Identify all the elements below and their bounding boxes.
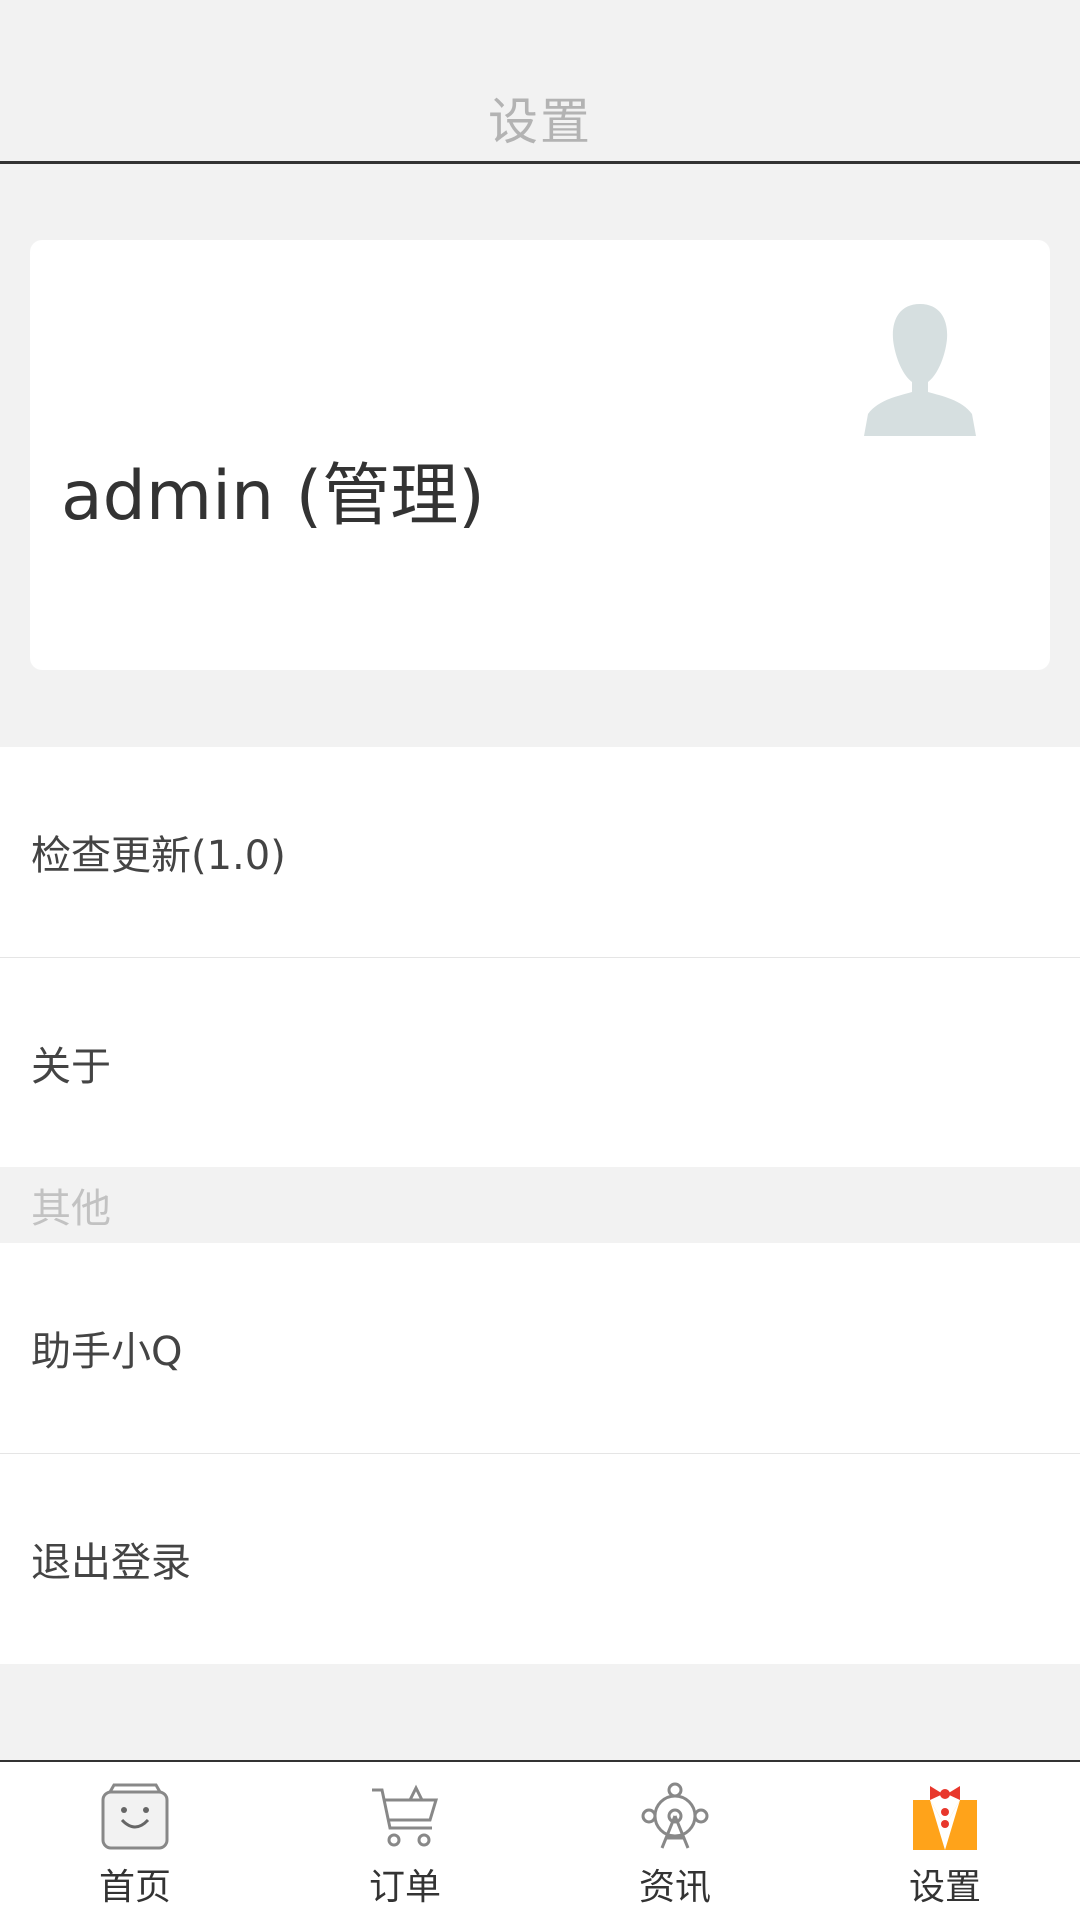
tab-orders[interactable]: 订单 — [270, 1762, 540, 1922]
page-title: 设置 — [488, 93, 592, 151]
logout-item[interactable]: 退出登录 — [0, 1454, 1080, 1664]
profile-card[interactable]: admin (管理) — [30, 240, 1050, 670]
top-bar: 设置 — [0, 0, 1080, 164]
section-header-other: 其他 — [0, 1167, 1080, 1242]
check-update-label: 检查更新(1.0) — [31, 833, 286, 879]
cart-icon — [372, 1784, 439, 1847]
tab-home[interactable]: 首页 — [0, 1762, 270, 1922]
section-header-label: 其他 — [31, 1185, 111, 1232]
ferris-wheel-icon — [641, 1782, 709, 1849]
about-item[interactable]: 关于 — [0, 958, 1080, 1168]
tab-news-label: 资讯 — [638, 1867, 711, 1908]
tab-settings[interactable]: 设置 — [810, 1762, 1080, 1922]
about-label: 关于 — [31, 1044, 111, 1090]
username: admin (管理) — [61, 457, 485, 536]
assistant-item[interactable]: 助手小Q — [0, 1243, 1080, 1453]
tab-home-label: 首页 — [98, 1867, 171, 1908]
tab-orders-label: 订单 — [368, 1867, 441, 1908]
tab-settings-label: 设置 — [908, 1867, 981, 1908]
butler-icon — [913, 1786, 977, 1850]
check-update-item[interactable]: 检查更新(1.0) — [0, 747, 1080, 957]
bottom-tab-bar: 首页 订单 资讯 设置 — [0, 1760, 1080, 1922]
logout-label: 退出登录 — [31, 1540, 191, 1586]
shopping-bag-icon — [101, 1783, 169, 1850]
assistant-label: 助手小Q — [31, 1329, 183, 1375]
tab-news[interactable]: 资讯 — [540, 1762, 810, 1922]
user-silhouette-icon — [864, 304, 976, 436]
